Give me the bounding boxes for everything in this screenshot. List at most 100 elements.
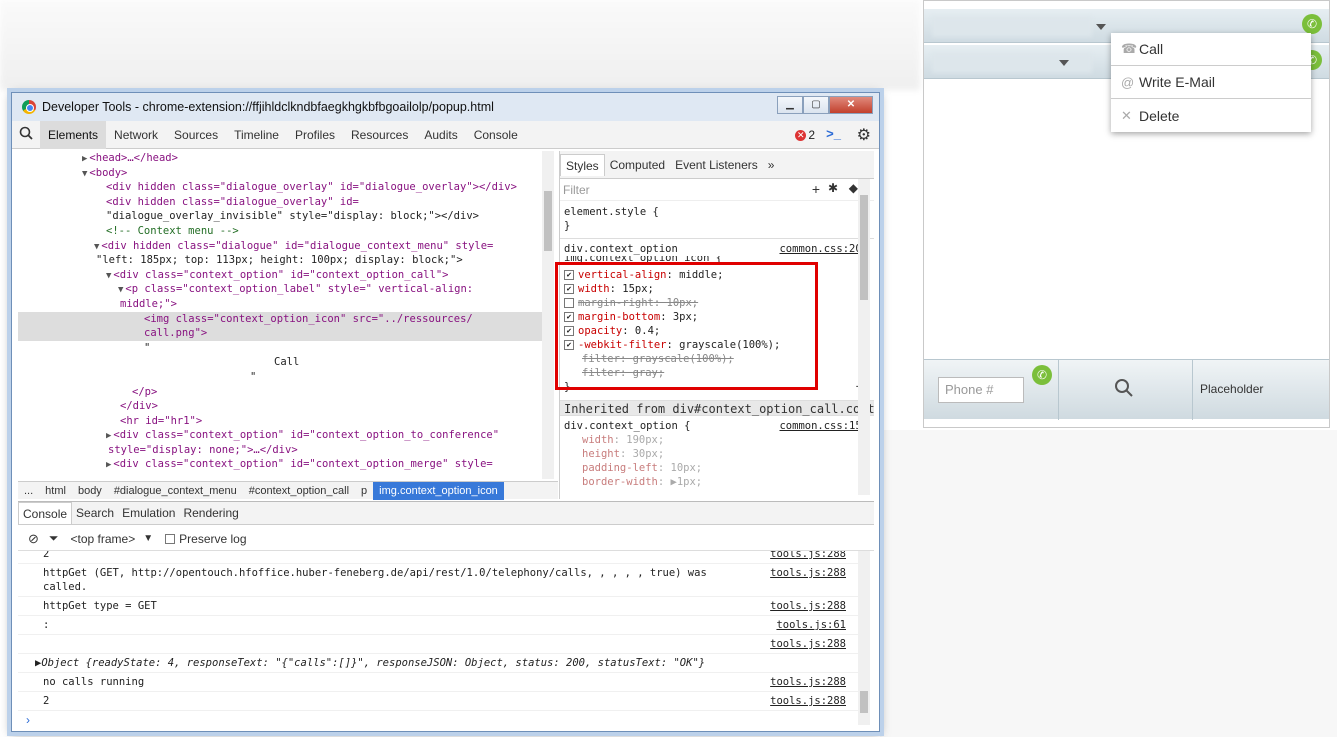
preserve-log-checkbox[interactable] bbox=[165, 533, 176, 544]
maximize-button[interactable]: ▢ bbox=[803, 96, 829, 114]
tab-styles[interactable]: Styles bbox=[560, 153, 605, 176]
phone-icon[interactable]: ✆ bbox=[1302, 14, 1322, 34]
console-prompt[interactable]: › bbox=[18, 713, 858, 726]
expand-arrow-icon[interactable]: ▼ bbox=[82, 169, 87, 179]
expand-arrow-icon[interactable]: ▶ bbox=[106, 431, 111, 441]
property-value[interactable]: 190px; bbox=[626, 434, 664, 446]
breadcrumb-item[interactable]: body bbox=[72, 482, 108, 500]
dom-node-line[interactable]: </p> bbox=[18, 385, 554, 400]
gear-icon[interactable]: ⚙ bbox=[857, 125, 871, 145]
dom-node-line[interactable]: <hr id="hr1"> bbox=[18, 414, 554, 429]
expand-arrow-icon[interactable]: ▶ bbox=[82, 154, 87, 164]
tab-event-listeners[interactable]: Event Listeners bbox=[670, 154, 763, 176]
styles-filter[interactable]: Filter + ✱ ◆ bbox=[560, 179, 874, 201]
property-name[interactable]: height bbox=[582, 448, 620, 460]
close-button[interactable]: ✕ bbox=[829, 96, 873, 114]
dom-node-line[interactable]: " bbox=[18, 341, 554, 356]
chevron-down-icon[interactable] bbox=[1059, 60, 1069, 66]
chevron-down-icon[interactable]: ▼ bbox=[143, 533, 153, 544]
console-source-link[interactable]: tools.js:288 bbox=[770, 566, 846, 580]
console-message-text[interactable]: ▶Object {readyState: 4, responseText: "{… bbox=[35, 656, 858, 670]
context-menu-call[interactable]: ☎ Call bbox=[1111, 33, 1311, 66]
css-property[interactable]: width: 190px; bbox=[560, 433, 874, 447]
css-property[interactable]: border-width: ▶1px; bbox=[560, 475, 874, 489]
expand-arrow-icon[interactable]: ▼ bbox=[94, 242, 99, 252]
element-style-open[interactable]: element.style { bbox=[560, 205, 874, 219]
clear-console-icon[interactable]: ⊘ bbox=[28, 531, 39, 547]
drawer-tab-rendering[interactable]: Rendering bbox=[179, 502, 242, 524]
tab-audits[interactable]: Audits bbox=[416, 121, 465, 149]
console-scrollbar[interactable] bbox=[858, 551, 870, 725]
dom-node-line[interactable]: ▼ <div hidden class="dialogue" id="dialog… bbox=[18, 239, 554, 254]
inherited-from-label[interactable]: Inherited from div#context_option_call.c… bbox=[560, 400, 874, 416]
dom-node-line[interactable]: <!-- Context menu --> bbox=[18, 224, 554, 239]
dom-node-line[interactable]: <img class="context_option_icon" src="..… bbox=[18, 311, 554, 327]
console-source-link[interactable]: tools.js:288 bbox=[770, 637, 846, 651]
dom-node-line[interactable]: ▶ <div class="context_option" id="context… bbox=[18, 457, 554, 472]
breadcrumb-item[interactable]: #dialogue_context_menu bbox=[108, 482, 243, 500]
dom-node-line[interactable]: ▼ <div class="context_option" id="context… bbox=[18, 268, 554, 283]
elements-scrollbar[interactable] bbox=[542, 151, 554, 479]
dom-node-line[interactable]: style="display: none;">…</div> bbox=[18, 443, 554, 458]
color-format-icon[interactable]: ◆ bbox=[849, 181, 858, 195]
dom-node-line[interactable]: <div hidden class="dialogue_overlay" id= bbox=[18, 195, 554, 210]
tab-console[interactable]: Console bbox=[466, 121, 526, 149]
pin-icon[interactable]: ✱ bbox=[828, 181, 838, 195]
tab-resources[interactable]: Resources bbox=[343, 121, 416, 149]
styles-scrollbar[interactable] bbox=[858, 179, 870, 495]
breadcrumb-item[interactable]: p bbox=[355, 482, 373, 500]
tab-sources[interactable]: Sources bbox=[166, 121, 226, 149]
console-source-link[interactable]: tools.js:288 bbox=[770, 675, 846, 689]
phone-number-input[interactable]: Phone # bbox=[938, 377, 1024, 403]
placeholder-button[interactable]: Placeholder bbox=[1200, 382, 1263, 396]
property-value[interactable]: ▶1px; bbox=[671, 476, 703, 488]
title-bar[interactable]: Developer Tools - chrome-extension://ffj… bbox=[12, 93, 879, 121]
rule-source-link[interactable]: common.css:203 bbox=[779, 242, 868, 256]
dom-node-line[interactable]: <div hidden class="dialogue_overlay" id=… bbox=[18, 180, 554, 195]
property-name[interactable]: border-width bbox=[582, 476, 658, 488]
console-source-link[interactable]: tools.js:288 bbox=[770, 599, 846, 613]
search-icon[interactable] bbox=[1114, 378, 1134, 398]
console-source-link[interactable]: tools.js:61 bbox=[776, 618, 846, 632]
filter-input[interactable]: Filter bbox=[563, 183, 590, 197]
tab-elements[interactable]: Elements bbox=[40, 120, 107, 149]
dom-node-line[interactable]: </div> bbox=[18, 399, 554, 414]
breadcrumb-item[interactable]: #context_option_call bbox=[243, 482, 355, 500]
tab-network[interactable]: Network bbox=[106, 121, 166, 149]
console-source-link[interactable]: tools.js:288 bbox=[770, 551, 846, 561]
new-rule-icon[interactable]: + bbox=[812, 181, 820, 197]
dom-node-line[interactable]: ▶ <head>…</head> bbox=[18, 151, 554, 166]
breadcrumb-item[interactable]: ... bbox=[18, 482, 39, 500]
expand-arrow-icon[interactable]: ▼ bbox=[118, 285, 123, 295]
drawer-tab-console[interactable]: Console bbox=[18, 502, 73, 524]
dom-node-line[interactable]: ▶ <div class="context_option" id="context… bbox=[18, 428, 554, 443]
expand-arrow-icon[interactable]: ▶ bbox=[106, 460, 111, 470]
tab-profiles[interactable]: Profiles bbox=[287, 121, 343, 149]
dom-node-line[interactable]: middle;"> bbox=[18, 297, 554, 312]
rule2-source-link[interactable]: common.css:158 bbox=[779, 419, 868, 433]
chevron-down-icon[interactable] bbox=[1096, 24, 1106, 30]
drawer-tab-search[interactable]: Search bbox=[72, 502, 118, 524]
tab-computed[interactable]: Computed bbox=[605, 154, 670, 176]
filter-funnel-icon[interactable]: ⏷ bbox=[49, 531, 59, 546]
context-menu-write-email[interactable]: @ Write E-Mail bbox=[1111, 66, 1311, 99]
dom-node-line[interactable]: "left: 185px; top: 113px; height: 100px;… bbox=[18, 253, 554, 268]
phone-icon[interactable]: ✆ bbox=[1032, 365, 1052, 385]
minimize-button[interactable]: ▁ bbox=[777, 96, 803, 114]
error-counter[interactable]: ✕ 2 bbox=[795, 128, 815, 142]
elements-dom-tree[interactable]: ▶ <head>…</head> ▼ <body> <div hidden class=… bbox=[18, 151, 554, 483]
more-tabs-icon[interactable]: » bbox=[763, 154, 780, 176]
breadcrumb-item[interactable]: html bbox=[39, 482, 72, 500]
css-property[interactable]: height: 30px; bbox=[560, 447, 874, 461]
inspect-search-icon[interactable] bbox=[12, 126, 40, 143]
dom-node-line[interactable]: ▼ <body> bbox=[18, 166, 554, 181]
console-source-link[interactable]: tools.js:288 bbox=[770, 694, 846, 708]
tab-timeline[interactable]: Timeline bbox=[226, 121, 287, 149]
property-value[interactable]: 30px; bbox=[633, 448, 665, 460]
property-name[interactable]: width bbox=[582, 434, 614, 446]
rule2-selector[interactable]: div.context_option { common.css:158 bbox=[560, 419, 874, 433]
context-menu-delete[interactable]: ✕ Delete bbox=[1111, 99, 1311, 132]
drawer-tab-emulation[interactable]: Emulation bbox=[118, 502, 179, 524]
dom-node-line[interactable]: ▼ <p class="context_option_label" style="… bbox=[18, 282, 554, 297]
console-drawer-icon[interactable]: >_ bbox=[826, 126, 841, 141]
